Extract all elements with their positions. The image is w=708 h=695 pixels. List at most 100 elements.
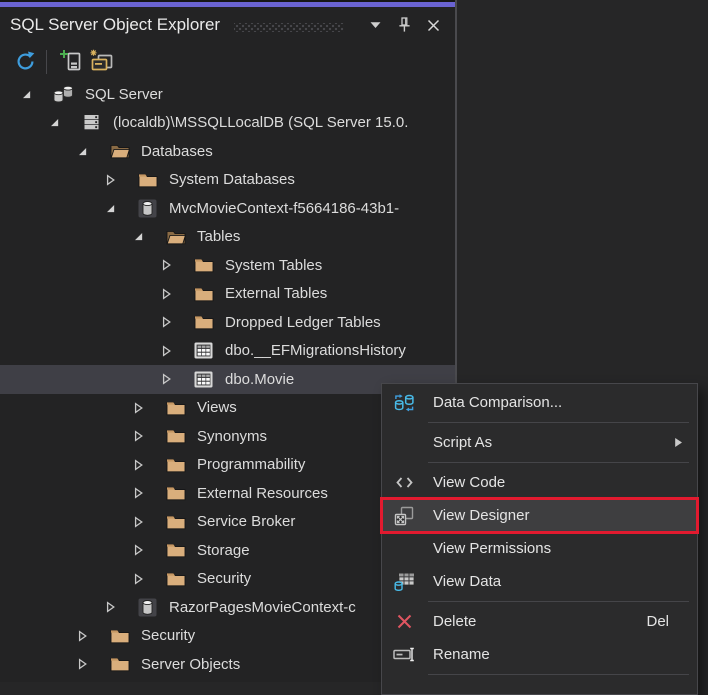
collapsed-arrow-icon[interactable]: [160, 373, 173, 385]
collapsed-arrow-icon[interactable]: [132, 402, 145, 414]
folder-icon: [108, 656, 131, 672]
pin-icon: [397, 17, 412, 33]
tree-item-label: Security: [141, 627, 195, 644]
tree-item-localdb-mssqllocaldb-sql-server-15-0[interactable]: (localdb)\MSSQLLocalDB (SQL Server 15.0.: [0, 109, 455, 138]
menu-item-label: View Permissions: [433, 540, 551, 557]
tree-item-label: dbo.Movie: [225, 371, 294, 388]
tree-item-dropped-ledger-tables[interactable]: Dropped Ledger Tables: [0, 308, 455, 337]
view-code-icon: [395, 475, 414, 490]
menu-item-delete[interactable]: Delete Del: [382, 605, 697, 638]
close-button[interactable]: [423, 14, 443, 36]
collapsed-arrow-icon[interactable]: [76, 658, 89, 670]
panel-titlebar: SQL Server Object Explorer: [0, 7, 455, 43]
collapsed-arrow-icon[interactable]: [160, 288, 173, 300]
expanded-arrow-icon[interactable]: [104, 203, 117, 214]
menu-separator: [428, 674, 689, 675]
collapsed-arrow-icon[interactable]: [132, 516, 145, 528]
new-query-button[interactable]: [86, 47, 116, 77]
tree-item-dbo-efmigrationshistory[interactable]: dbo.__EFMigrationsHistory: [0, 337, 455, 366]
add-sql-server-button[interactable]: [56, 47, 86, 77]
collapsed-arrow-icon[interactable]: [132, 573, 145, 585]
folder-open-icon: [108, 143, 131, 159]
tree-item-label: External Resources: [197, 485, 328, 502]
collapsed-arrow-icon[interactable]: [132, 430, 145, 442]
collapsed-arrow-icon[interactable]: [160, 345, 173, 357]
refresh-button[interactable]: [10, 47, 40, 77]
view-designer-icon: [394, 506, 414, 526]
pin-button[interactable]: [394, 14, 414, 36]
new-query-icon: [88, 49, 114, 74]
tree-item-label: Tables: [197, 228, 240, 245]
table-context-menu: Data Comparison... Script As View Code View…: [381, 383, 698, 695]
add-server-icon: [59, 49, 84, 74]
tree-item-tables[interactable]: Tables: [0, 223, 455, 252]
menu-item-label: View Designer: [433, 507, 529, 524]
menu-item-view-permissions[interactable]: View Permissions: [382, 532, 697, 565]
tree-item-label: System Tables: [225, 257, 322, 274]
tree-item-label: Views: [197, 399, 237, 416]
tree-item-external-tables[interactable]: External Tables: [0, 280, 455, 309]
tree-item-label: Security: [197, 570, 251, 587]
menu-icon-gutter: [382, 572, 426, 592]
server-icon: [80, 114, 103, 131]
collapsed-arrow-icon[interactable]: [104, 174, 117, 186]
window-position-menu-button[interactable]: [365, 14, 385, 36]
menu-item-view-designer[interactable]: View Designer: [382, 499, 697, 532]
menu-item-label: Rename: [433, 646, 490, 663]
chevron-down-icon: [370, 21, 381, 29]
tree-item-label: Storage: [197, 542, 250, 559]
folder-icon: [136, 172, 159, 188]
menu-item-view-code[interactable]: View Code: [382, 466, 697, 499]
tree-item-sql-server[interactable]: SQL Server: [0, 80, 455, 109]
tree-item-system-databases[interactable]: System Databases: [0, 166, 455, 195]
folder-icon: [108, 628, 131, 644]
expanded-arrow-icon[interactable]: [48, 117, 61, 128]
menu-item-rename[interactable]: Rename: [382, 638, 697, 671]
tree-item-databases[interactable]: Databases: [0, 137, 455, 166]
menu-icon-gutter: [382, 475, 426, 490]
menu-item-label: View Data: [433, 573, 501, 590]
refresh-icon: [14, 50, 37, 73]
titlebar-drag-grip[interactable]: [234, 23, 344, 32]
menu-separator: [428, 462, 689, 463]
tree-item-system-tables[interactable]: System Tables: [0, 251, 455, 280]
submenu-arrow-icon: [674, 437, 683, 448]
menu-icon-gutter: [382, 506, 426, 526]
menu-item-view-data[interactable]: View Data: [382, 565, 697, 598]
database-icon: [136, 598, 159, 617]
sql-server-icon: [52, 85, 75, 104]
folder-open-icon: [164, 229, 187, 245]
view-data-icon: [393, 572, 416, 592]
tree-item-label: RazorPagesMovieContext-c: [169, 599, 356, 616]
rename-icon: [393, 646, 416, 663]
collapsed-arrow-icon[interactable]: [132, 487, 145, 499]
menu-item-label: Delete: [433, 613, 476, 630]
toolbar-separator: [46, 50, 47, 74]
tree-item-mvcmoviecontext-f5664186-43b1[interactable]: MvcMovieContext-f5664186-43b1-: [0, 194, 455, 223]
menu-item-data-comparison[interactable]: Data Comparison...: [382, 386, 697, 419]
expanded-arrow-icon[interactable]: [132, 231, 145, 242]
folder-icon: [164, 485, 187, 501]
menu-icon-gutter: [382, 393, 426, 413]
menu-separator: [428, 422, 689, 423]
collapsed-arrow-icon[interactable]: [160, 259, 173, 271]
expanded-arrow-icon[interactable]: [76, 146, 89, 157]
tree-item-label: Synonyms: [197, 428, 267, 445]
collapsed-arrow-icon[interactable]: [76, 630, 89, 642]
menu-item-script-as[interactable]: Script As: [382, 426, 697, 459]
folder-icon: [192, 286, 215, 302]
menu-separator: [428, 601, 689, 602]
menu-item-label: Data Comparison...: [433, 394, 562, 411]
menu-item-label: Script As: [433, 434, 492, 451]
collapsed-arrow-icon[interactable]: [132, 544, 145, 556]
submenu-arrow: [674, 437, 697, 448]
collapsed-arrow-icon[interactable]: [132, 459, 145, 471]
panel-title: SQL Server Object Explorer: [10, 15, 220, 35]
table-icon: [192, 371, 215, 388]
close-icon: [427, 19, 440, 32]
collapsed-arrow-icon[interactable]: [104, 601, 117, 613]
tree-item-label: SQL Server: [85, 86, 163, 103]
expanded-arrow-icon[interactable]: [20, 89, 33, 100]
menu-item-shortcut: Del: [646, 613, 697, 630]
collapsed-arrow-icon[interactable]: [160, 316, 173, 328]
